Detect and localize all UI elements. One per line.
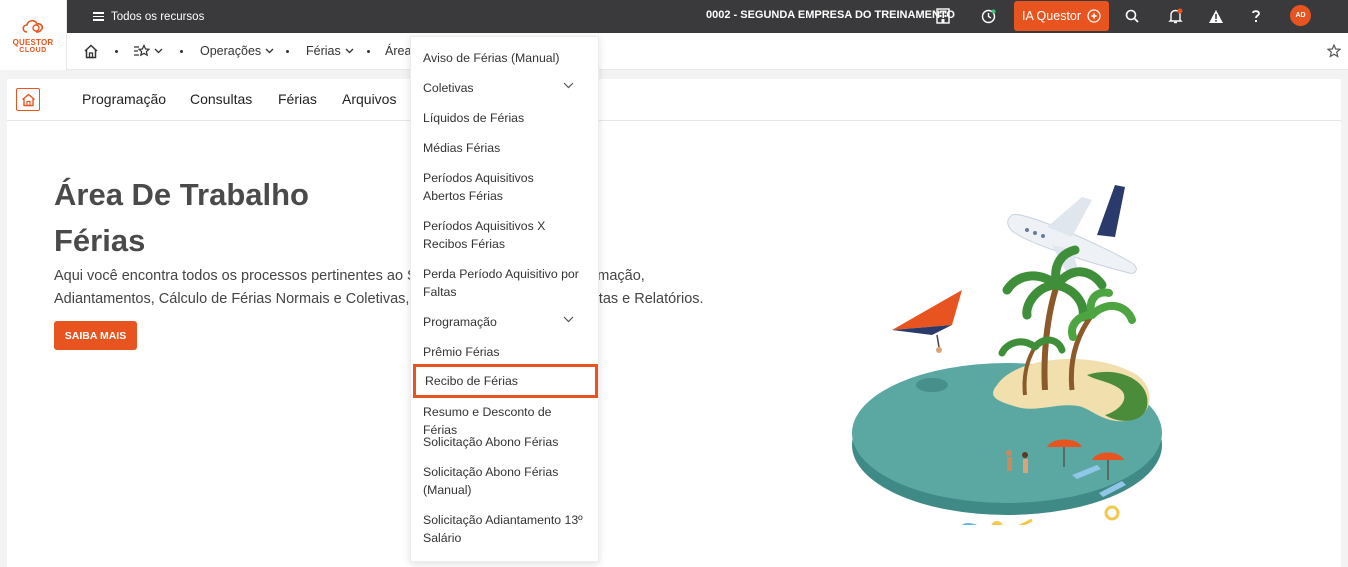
menu-item-label: Coletivas [423,81,474,95]
menu-item-label: Programação [423,315,497,329]
alert-triangle-icon[interactable] [1207,7,1225,25]
menu-item-programacao[interactable]: Programação [411,313,598,331]
menu-item-label: Perda Período Aquisitivo por Faltas [423,267,579,299]
breadcrumb-separator [286,50,289,53]
ia-questor-label: IA Questor [1021,9,1082,23]
menu-item-solicitacao-abono-ferias-manual[interactable]: Solicitação Abono Férias (Manual) [411,463,598,499]
all-resources-button[interactable]: Todos os recursos [93,11,204,23]
user-avatar[interactable]: AD [1290,5,1311,26]
chevron-down-icon [265,48,274,54]
menu-item-label: Solicitação Abono Férias (Manual) [423,465,559,497]
logo-text-top: QUESTOR [12,38,54,47]
menu-item-liquidos-ferias[interactable]: Líquidos de Férias [411,109,598,127]
breadcrumb-label: Área [385,44,412,58]
breadcrumb-label: Férias [306,44,341,58]
menu-item-recibo-ferias[interactable]: Recibo de Férias [413,364,598,398]
page-title-line: Área De Trabalho [54,177,309,212]
cloud-logo-icon [22,19,44,33]
menu-item-premio-ferias[interactable]: Prêmio Férias [411,343,598,361]
module-tabs: Programação Consultas Férias Arquivos [7,79,1341,121]
favorites-star-icon [134,44,150,57]
logo-text-bottom: CLOUD [19,47,47,54]
top-bar: Todos os recursos 0002 - SEGUNDA EMPRESA… [67,0,1348,33]
breadcrumb-label: Operações [200,44,262,58]
menu-item-label: Prêmio Férias [423,345,500,359]
page-title-line: Férias [54,223,146,258]
menu-item-label: Líquidos de Férias [423,111,525,125]
chevron-down-icon [345,48,354,54]
menu-item-periodos-aquisitivos-recibos[interactable]: Períodos Aquisitivos X Recibos Férias [411,217,598,253]
help-icon[interactable] [1247,7,1265,25]
hang-glider-icon [892,290,962,353]
airplane-icon [1007,185,1137,277]
tab-ferias[interactable]: Férias [278,91,317,107]
menu-item-solicitacao-adiantamento-13[interactable]: Solicitação Adiantamento 13º Salário [411,511,598,547]
menu-item-medias-ferias[interactable]: Médias Férias [411,139,598,157]
breadcrumb-item-ferias[interactable]: Férias [306,44,354,58]
favorites-dropdown[interactable] [133,44,163,58]
home-icon[interactable] [83,44,99,62]
menu-item-label: Solicitação Abono Férias [423,435,559,449]
tab-arquivos[interactable]: Arquivos [342,91,396,107]
tab-consultas[interactable]: Consultas [190,91,252,107]
chevron-down-icon [563,82,574,89]
building-icon[interactable] [934,7,952,25]
breadcrumb-item-area[interactable]: Área [385,44,411,58]
saiba-mais-button[interactable]: SAIBA MAIS [54,321,137,350]
ia-questor-button[interactable]: IA Questor [1014,1,1109,31]
tab-home[interactable] [16,88,40,111]
ferias-dropdown-menu: Aviso de Férias (Manual) Coletivas Líqui… [410,36,599,562]
chevron-down-icon [154,48,163,54]
menu-item-perda-periodo-aquisitivo[interactable]: Perda Período Aquisitivo por Faltas [411,265,598,301]
hamburger-icon [93,12,104,21]
menu-item-label: Períodos Aquisitivos Abertos Férias [423,171,534,203]
tab-programacao[interactable]: Programação [82,91,166,107]
menu-item-coletivas[interactable]: Coletivas [411,79,598,97]
menu-item-periodos-aquisitivos-abertos[interactable]: Períodos Aquisitivos Abertos Férias [411,169,598,205]
chevron-down-icon [563,316,574,323]
menu-item-label: Solicitação Adiantamento 13º Salário [423,513,583,545]
search-icon[interactable] [1123,7,1141,25]
breadcrumb-separator [115,50,118,53]
all-resources-label: Todos os recursos [111,10,205,23]
company-name[interactable]: 0002 - SEGUNDA EMPRESA DO TREINAMENTO [706,9,955,21]
kayak-icon [962,518,1033,525]
menu-item-label: Aviso de Férias (Manual) [423,51,560,65]
favorite-star-icon[interactable] [1326,43,1342,61]
menu-item-label: Períodos Aquisitivos X Recibos Férias [423,219,546,251]
breadcrumb: Operações Férias Área [67,33,1348,70]
sparkle-icon [1087,9,1101,23]
page-title: Área De Trabalho Férias [54,172,309,264]
menu-item-solicitacao-abono-ferias[interactable]: Solicitação Abono Férias [411,433,598,451]
vacation-island-illustration [852,185,1162,525]
main-card: Programação Consultas Férias Arquivos Ár… [7,79,1341,567]
menu-item-label: Recibo de Férias [425,374,518,388]
history-icon[interactable] [979,7,997,25]
menu-item-aviso-ferias-manual[interactable]: Aviso de Férias (Manual) [411,49,598,67]
home-icon [21,93,35,106]
notification-bell-icon[interactable] [1166,7,1184,25]
questor-logo[interactable]: QUESTOR CLOUD [0,0,67,70]
menu-item-label: Médias Férias [423,141,501,155]
breadcrumb-separator [367,50,370,53]
breadcrumb-separator [180,50,183,53]
breadcrumb-item-operacoes[interactable]: Operações [200,44,274,58]
